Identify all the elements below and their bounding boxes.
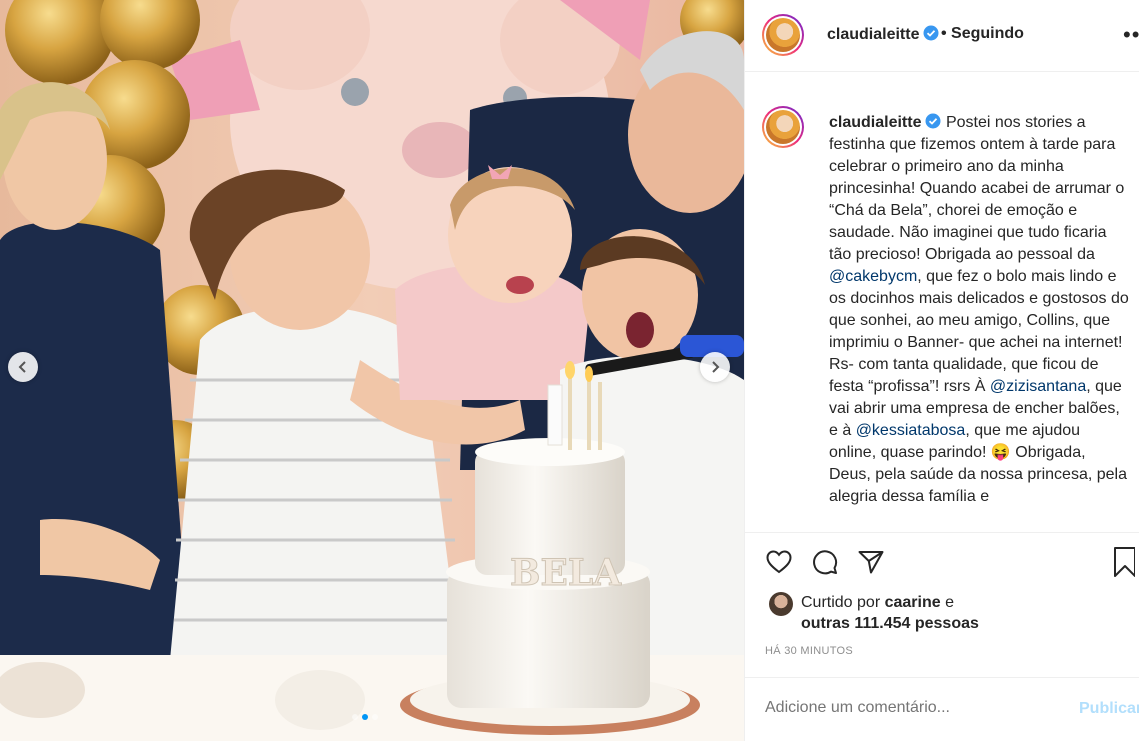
cake-topper-text: BELA	[510, 552, 622, 594]
author-username[interactable]: claudialeitte	[827, 26, 919, 43]
author-avatar[interactable]	[762, 14, 804, 56]
liker-avatar[interactable]	[769, 592, 793, 616]
add-comment-section: Publicar	[745, 677, 1139, 741]
publish-button[interactable]: Publicar	[1079, 700, 1139, 718]
instagram-post-view: BELA claudialeitte • Seguindo •••	[0, 0, 1139, 741]
liked-others-count[interactable]: outras 111.454 pessoas	[801, 615, 979, 632]
comment-input[interactable]	[765, 699, 1065, 717]
post-photo[interactable]: BELA	[0, 0, 744, 741]
caption-text: Postei nos stories a festinha que fizemo…	[829, 114, 1125, 263]
photo-illustration: BELA	[0, 0, 744, 741]
post-side-panel: claudialeitte • Seguindo ••• claudialeit…	[744, 0, 1139, 741]
liked-user[interactable]: caarine	[885, 594, 941, 611]
heart-icon	[766, 550, 792, 574]
comment-icon	[813, 550, 838, 575]
mention-link[interactable]: @kessiatabosa	[856, 422, 966, 439]
post-caption: claudialeitte Postei nos stories a festi…	[829, 112, 1129, 508]
share-button[interactable]	[855, 546, 887, 578]
mention-link[interactable]: @zizisantana	[990, 378, 1086, 395]
liked-and: e	[940, 594, 954, 611]
post-header: claudialeitte • Seguindo •••	[745, 0, 1139, 72]
mention-link[interactable]: @cakebycm	[829, 268, 917, 285]
chevron-left-icon	[18, 361, 26, 373]
bookmark-icon	[1114, 547, 1136, 577]
author-name-row: claudialeitte	[827, 25, 939, 44]
more-options-button[interactable]: •••	[1123, 22, 1139, 48]
carousel-dot	[352, 714, 358, 720]
verified-badge-icon	[925, 113, 941, 129]
comment-button[interactable]	[809, 546, 841, 578]
follow-status-label: Seguindo	[951, 25, 1024, 42]
previous-photo-button[interactable]	[8, 352, 38, 382]
chevron-right-icon	[712, 361, 720, 373]
caption-username[interactable]: claudialeitte	[829, 114, 921, 131]
carousel-dot	[372, 714, 378, 720]
next-photo-button[interactable]	[700, 352, 730, 382]
post-timestamp[interactable]: HÁ 30 MINUTOS	[765, 645, 853, 657]
post-actions	[763, 546, 887, 578]
share-icon	[858, 551, 884, 574]
verified-badge-icon	[923, 25, 939, 41]
caption-author-avatar[interactable]	[762, 106, 804, 148]
like-button[interactable]	[763, 546, 795, 578]
carousel-dot-active	[362, 714, 368, 720]
comments-area[interactable]: claudialeitte Postei nos stories a festi…	[745, 72, 1139, 533]
caption-text: , que fez o bolo mais lindo e os docinho…	[829, 268, 1129, 395]
save-button[interactable]	[1113, 546, 1136, 583]
carousel-indicator	[352, 714, 378, 720]
follow-status[interactable]: • Seguindo	[941, 25, 1024, 43]
liked-prefix: Curtido por	[801, 594, 885, 611]
